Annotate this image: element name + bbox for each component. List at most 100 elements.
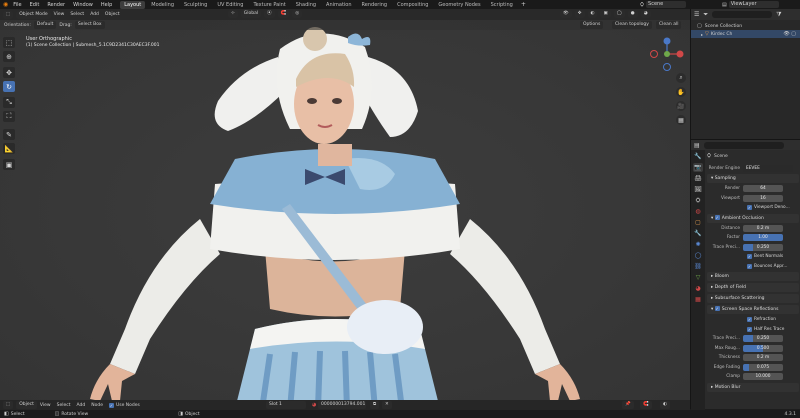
ao-panel-header[interactable]: ▾ ✓ Ambient Occlusion (707, 213, 799, 223)
sampling-panel-header[interactable]: ▾ Sampling (707, 174, 799, 183)
ssr-precision-slider[interactable]: 0.250 (743, 335, 783, 342)
cursor-tool-icon[interactable]: ⊕ (3, 51, 15, 62)
tab-sculpting[interactable]: Sculpting (180, 1, 211, 9)
outliner-icon[interactable]: ☰ (694, 11, 699, 18)
dof-panel-header[interactable]: ▸ Depth of Field (707, 283, 799, 292)
max-roughness-slider[interactable]: 0.500 (743, 344, 783, 352)
ao-precision-slider[interactable]: 0.250 (743, 243, 783, 251)
ao-factor-slider[interactable]: 1.00 (743, 234, 783, 241)
tab-uv-editing[interactable]: UV Editing (213, 1, 247, 9)
view-layer-tab-icon[interactable]: 🖼 (693, 185, 703, 194)
3d-viewport[interactable]: ⬚ Object Mode View Select Add Object ⊹ G… (0, 9, 690, 409)
tab-modeling[interactable]: Modeling (147, 1, 178, 9)
bent-normals-checkbox[interactable]: ✓ Bent Normals (707, 253, 799, 261)
menu-select[interactable]: Select (70, 12, 84, 17)
funnel-icon[interactable]: ⧩ (776, 11, 781, 19)
particles-tab-icon[interactable]: ✺ (693, 240, 703, 249)
drag-dropdown[interactable]: Select Box (74, 21, 105, 29)
menu-view[interactable]: View (40, 403, 51, 408)
menu-edit[interactable]: Edit (30, 2, 40, 8)
scene-tab-icon[interactable]: ⛭ (693, 196, 703, 205)
outliner-search-input[interactable] (712, 11, 773, 18)
bloom-panel-header[interactable]: ▸ Bloom (707, 272, 799, 281)
data-tab-icon[interactable]: ▽ (693, 273, 703, 282)
menu-object[interactable]: Object (105, 12, 120, 17)
output-tab-icon[interactable]: 🖨 (693, 174, 703, 183)
perspective-toggle-icon[interactable]: ▦ (676, 115, 686, 125)
tab-texture-paint[interactable]: Texture Paint (249, 1, 289, 9)
shader-mode-dropdown[interactable]: Object (16, 401, 37, 409)
editor-type-icon[interactable]: ⬚ (3, 401, 14, 409)
menu-window[interactable]: Window (73, 2, 93, 8)
menu-select[interactable]: Select (57, 403, 71, 408)
clean-topology-button[interactable]: Clean topology (612, 21, 652, 29)
scene-selector[interactable]: ⛭ Scene (640, 1, 687, 8)
expand-arrow-icon[interactable]: ▸ (701, 32, 703, 37)
tab-animation[interactable]: Animation (322, 1, 356, 9)
pan-icon[interactable]: ✋ (676, 87, 686, 97)
camera-view-icon[interactable]: 🎥 (676, 101, 686, 111)
menu-render[interactable]: Render (47, 2, 65, 8)
use-nodes-checkbox[interactable]: ✓ (108, 402, 114, 408)
texture-tab-icon[interactable]: ▦ (693, 295, 703, 304)
render-engine-dropdown[interactable]: EEVEE (743, 164, 793, 172)
material-tab-icon[interactable]: ◕ (693, 284, 703, 293)
menu-add[interactable]: Add (77, 403, 86, 408)
transform-orientation-icon[interactable]: ⊹ (228, 10, 238, 18)
object-tab-icon[interactable]: ▢ (693, 218, 703, 227)
view-layer-selector[interactable]: ▤ ViewLayer (722, 1, 779, 8)
menu-file[interactable]: File (13, 2, 21, 8)
orientation-dropdown[interactable]: Default (33, 21, 57, 29)
rotate-tool-icon[interactable]: ↻ (3, 81, 15, 92)
render-samples-field[interactable]: 64 (743, 185, 783, 192)
character-model[interactable] (0, 9, 690, 409)
ssr-enable-checkbox[interactable]: ✓ (714, 306, 720, 311)
shading-material-icon[interactable]: ◕ (640, 10, 651, 18)
bounces-checkbox[interactable]: ✓ Bounces Appr... (707, 262, 799, 270)
tab-compositing[interactable]: Compositing (393, 1, 432, 9)
gizmo-icon[interactable]: ✥ (574, 10, 585, 18)
xray-icon[interactable]: ▣ (600, 10, 611, 18)
world-tab-icon[interactable]: ◍ (693, 207, 703, 216)
editor-type-icon[interactable]: ⬚ (3, 10, 14, 19)
tab-layout[interactable]: Layout (120, 0, 146, 9)
sss-panel-header[interactable]: ▸ Subsurface Scattering (707, 294, 799, 303)
pivot-icon[interactable]: ⦿ (264, 10, 275, 18)
render-tab-icon[interactable]: 📷 (693, 163, 703, 172)
physics-tab-icon[interactable]: ◯ (693, 251, 703, 260)
tab-rendering[interactable]: Rendering (358, 1, 392, 9)
outliner-row-scene-collection[interactable]: ▢ Scene Collection (691, 22, 800, 30)
outliner-row-object[interactable]: ▸ ▽ Kirdec Ch 👁 ▢ (691, 30, 800, 38)
snap-icon[interactable]: 🧲 (277, 10, 290, 18)
viewport-denoise-checkbox[interactable]: ✓ Viewport Deno... (707, 204, 799, 212)
view-layer-name[interactable]: ViewLayer (728, 1, 779, 8)
clean-all-button[interactable]: Clean all (656, 21, 682, 29)
overlays-nodes-icon[interactable]: ◐ (660, 401, 670, 409)
shading-solid-icon[interactable]: ● (627, 10, 638, 18)
half-res-checkbox[interactable]: ✓ Half Res Trace (707, 325, 799, 333)
constraints-tab-icon[interactable]: ⛓ (693, 262, 703, 271)
proportional-edit-icon[interactable]: ◎ (292, 10, 303, 18)
motion-blur-panel-header[interactable]: ▸ Motion Blur (707, 382, 799, 392)
slot-dropdown[interactable]: Slot 1 (266, 401, 306, 409)
menu-node[interactable]: Node (91, 403, 103, 408)
menu-help[interactable]: Help (101, 2, 112, 8)
zoom-icon[interactable]: ⌕ (676, 73, 686, 83)
menu-view[interactable]: View (54, 12, 65, 17)
add-workspace-icon[interactable]: + (521, 1, 526, 8)
mode-dropdown[interactable]: Object Mode (16, 10, 51, 19)
refraction-checkbox[interactable]: ✓ Refraction (707, 316, 799, 324)
edge-fading-slider[interactable]: 0.075 (743, 363, 783, 371)
annotate-tool-icon[interactable]: ✎ (3, 129, 15, 140)
pin-icon[interactable]: 📌 (622, 401, 634, 409)
snap-nodes-icon[interactable]: 🧲 (640, 401, 652, 409)
select-tool-icon[interactable]: ⬚ (3, 37, 15, 48)
visibility-icon[interactable]: 👁 (560, 10, 572, 18)
filter-icon[interactable]: ⏷ (703, 11, 708, 19)
measure-tool-icon[interactable]: 📐 (3, 143, 15, 154)
transform-orientation-dropdown[interactable]: Global (240, 10, 262, 18)
viewport-samples-field[interactable]: 16 (743, 194, 783, 202)
shading-wireframe-icon[interactable]: ◯ (613, 10, 625, 18)
ssr-panel-header[interactable]: ▾ ✓ Screen Space Reflections (707, 305, 799, 314)
material-users-icon[interactable]: ⧉ (370, 401, 380, 409)
